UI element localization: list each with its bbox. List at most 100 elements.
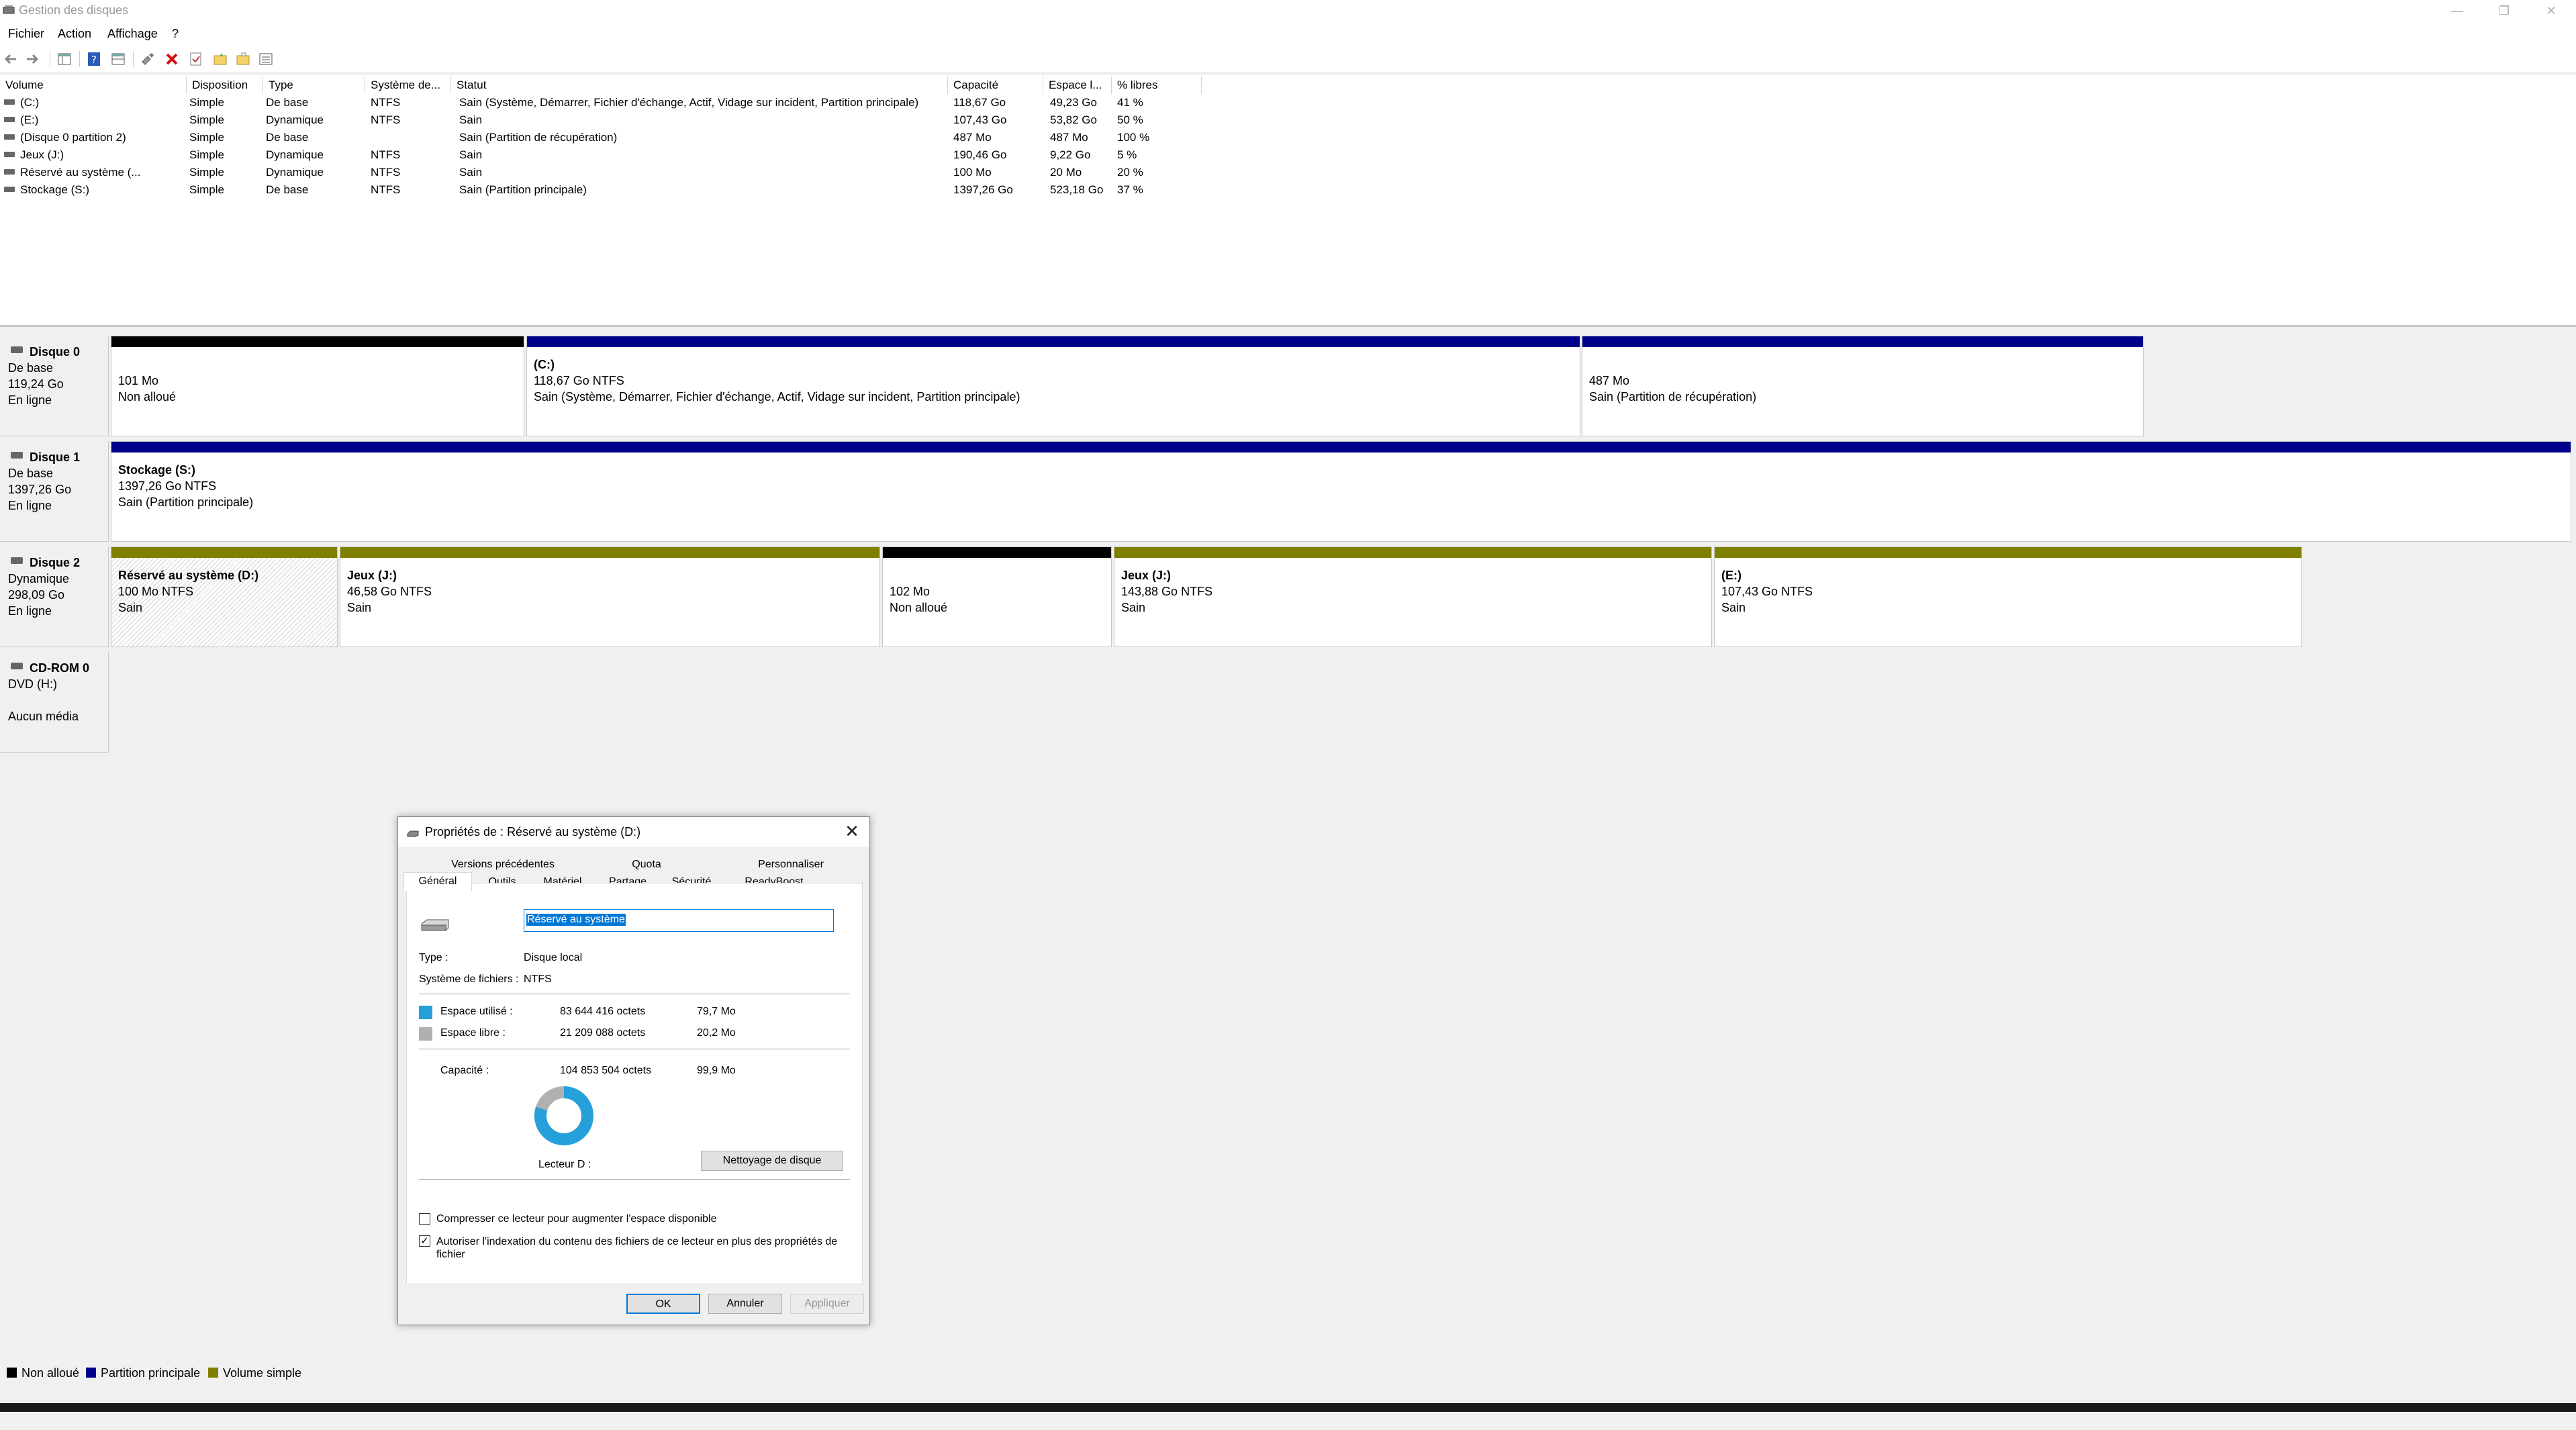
help-icon[interactable]: ? xyxy=(86,51,102,67)
menu-action[interactable]: Action xyxy=(58,27,91,41)
tab-personnaliser[interactable]: Personnaliser xyxy=(747,856,834,873)
tab-quota[interactable]: Quota xyxy=(620,856,673,873)
partition-block[interactable]: (E:) 107,43 Go NTFS Sain xyxy=(1714,546,2302,647)
partition-status: Sain xyxy=(347,601,372,614)
cdrom-icon xyxy=(11,663,23,669)
table-cell: Sain (Partition de récupération) xyxy=(459,131,618,144)
disk-label[interactable]: Disque 0 De base 119,24 Go En ligne xyxy=(0,336,109,436)
partition-block[interactable]: (C:) 118,67 Go NTFS Sain (Système, Démarre… xyxy=(526,336,1580,436)
table-cell: Sain (Système, Démarrer, Fichier d'échan… xyxy=(459,96,919,109)
volume-drive-icon xyxy=(4,169,15,175)
folder-new-icon[interactable] xyxy=(212,51,228,67)
restore-button[interactable]: ❐ xyxy=(2484,0,2524,23)
volume-name-selected-text: Réservé au système xyxy=(526,914,626,926)
folder-open-icon[interactable] xyxy=(235,51,251,67)
filesystem-label: Système de fichiers : xyxy=(419,973,519,985)
column-header-disposition[interactable]: Disposition xyxy=(187,77,263,94)
table-row[interactable]: Réservé au système (... Simple Dynamique NT… xyxy=(0,164,1208,181)
compress-label: Compresser ce lecteur pour augmenter l'e… xyxy=(436,1213,717,1225)
dialog-close-icon[interactable]: ✕ xyxy=(841,821,863,843)
disk-status: En ligne xyxy=(8,499,52,512)
dialog-title-bar: Propriétés de : Réservé au système (D:) … xyxy=(398,817,869,847)
check-icon[interactable] xyxy=(188,51,204,67)
compress-checkbox[interactable] xyxy=(419,1213,430,1225)
free-space-size: 20,2 Mo xyxy=(697,1027,736,1039)
tab-versions-precedentes[interactable]: Versions précédentes xyxy=(436,856,570,873)
menu-fichier[interactable]: Fichier xyxy=(8,27,44,41)
legend-swatch-unallocated xyxy=(7,1368,17,1378)
menu-affichage[interactable]: Affichage xyxy=(107,27,158,41)
partition-block[interactable]: Stockage (S:) 1397,26 Go NTFS Sain (Partit… xyxy=(111,441,2571,542)
column-header-capacity[interactable]: Capacité xyxy=(948,77,1043,94)
disk-partitions: Stockage (S:) 1397,26 Go NTFS Sain (Partit… xyxy=(111,441,2576,542)
disk-size: 298,09 Go xyxy=(8,588,65,602)
forward-arrow-icon[interactable] xyxy=(24,51,40,67)
properties-dialog: Propriétés de : Réservé au système (D:) … xyxy=(397,816,870,1325)
partition-block[interactable]: Réservé au système (D:) 100 Mo NTFS Sain xyxy=(111,546,338,647)
disk-label[interactable]: Disque 1 De base 1397,26 Go En ligne xyxy=(0,441,109,542)
close-window-button[interactable]: ✕ xyxy=(2531,0,2571,23)
table-cell: 118,67 Go xyxy=(953,96,1006,109)
menu-help[interactable]: ? xyxy=(172,27,179,41)
column-header-type[interactable]: Type xyxy=(263,77,365,94)
partition-block[interactable]: 102 Mo Non alloué xyxy=(882,546,1112,647)
volume-name-input[interactable]: Réservé au système xyxy=(524,909,834,932)
connect-icon[interactable] xyxy=(140,51,156,67)
disk-cleanup-button[interactable]: Nettoyage de disque xyxy=(701,1151,843,1171)
volume-list[interactable]: Volume Disposition Type Système de... St… xyxy=(0,75,2576,327)
disk-label[interactable]: CD-ROM 0 DVD (H:) Aucun média xyxy=(0,652,109,753)
column-header-free-space[interactable]: Espace l... xyxy=(1043,77,1112,94)
table-cell: 107,43 Go xyxy=(953,113,1007,126)
table-cell: 100 % xyxy=(1117,131,1150,144)
partition-text: Stockage (S:) 1397,26 Go NTFS Sain (Partit… xyxy=(118,462,253,510)
console-tree-icon[interactable] xyxy=(56,51,73,67)
table-row[interactable]: Stockage (S:) Simple De base NTFS Sain (Part… xyxy=(0,181,1208,199)
partition-block[interactable]: 487 Mo Sain (Partition de récupération) xyxy=(1582,336,2144,436)
partition-block[interactable]: Jeux (J:) 46,58 Go NTFS Sain xyxy=(340,546,880,647)
column-header-status[interactable]: Statut xyxy=(451,77,948,94)
list-view-icon[interactable] xyxy=(258,51,274,67)
partition-title: (E:) xyxy=(1721,569,1742,582)
disk-partitions xyxy=(111,652,2576,753)
partition-text: Jeux (J:) 46,58 Go NTFS Sain xyxy=(347,567,432,616)
partition-size: 487 Mo xyxy=(1589,374,1630,387)
table-cell: 41 % xyxy=(1117,96,1143,109)
back-arrow-icon[interactable] xyxy=(3,51,19,67)
capacity-size: 99,9 Mo xyxy=(697,1065,736,1076)
used-space-bytes: 83 644 416 octets xyxy=(560,1006,646,1017)
table-cell: (E:) xyxy=(20,113,39,126)
cancel-button[interactable]: Annuler xyxy=(708,1294,782,1314)
table-cell: NTFS xyxy=(371,166,401,179)
partition-status: Non alloué xyxy=(890,601,948,614)
column-header-percent-free[interactable]: % libres xyxy=(1112,77,1202,94)
table-cell: (Disque 0 partition 2) xyxy=(20,131,126,144)
disk-label[interactable]: Disque 2 Dynamique 298,09 Go En ligne xyxy=(0,546,109,647)
partition-block[interactable]: 101 Mo Non alloué xyxy=(111,336,524,436)
minimize-button[interactable]: — xyxy=(2437,0,2477,23)
partition-color-bar xyxy=(111,336,524,347)
partition-color-bar xyxy=(1114,547,1711,558)
table-row[interactable]: (C:) Simple De base NTFS Sain (Système, Déma… xyxy=(0,94,1208,111)
table-row[interactable]: (E:) Simple Dynamique NTFS Sain 107,43 Go 53,8… xyxy=(0,111,1208,129)
column-header-volume[interactable]: Volume xyxy=(0,77,187,94)
table-row[interactable]: Jeux (J:) Simple Dynamique NTFS Sain 190,46 G… xyxy=(0,146,1208,164)
column-header-filesystem[interactable]: Système de... xyxy=(365,77,451,94)
table-cell: Simple xyxy=(189,148,224,161)
used-space-size: 79,7 Mo xyxy=(697,1006,736,1017)
ok-button[interactable]: OK xyxy=(626,1294,700,1314)
indexing-checkbox[interactable]: ✓ xyxy=(419,1235,430,1247)
tab-general[interactable]: Général xyxy=(403,872,472,891)
properties-pane-icon[interactable] xyxy=(110,51,126,67)
partition-block[interactable]: Jeux (J:) 143,88 Go NTFS Sain xyxy=(1114,546,1712,647)
table-cell: 487 Mo xyxy=(1050,131,1088,144)
table-cell: 53,82 Go xyxy=(1050,113,1097,126)
table-cell: 487 Mo xyxy=(953,131,992,144)
partition-title: Réservé au système (D:) xyxy=(118,569,259,582)
volume-drive-icon xyxy=(4,134,15,140)
delete-icon[interactable] xyxy=(164,51,180,67)
table-row[interactable]: (Disque 0 partition 2) Simple De base Sain … xyxy=(0,129,1208,146)
disk-status: En ligne xyxy=(8,393,52,407)
table-cell: 190,46 Go xyxy=(953,148,1007,161)
disk-type: DVD (H:) xyxy=(8,677,57,691)
apply-button[interactable]: Appliquer xyxy=(790,1294,864,1314)
